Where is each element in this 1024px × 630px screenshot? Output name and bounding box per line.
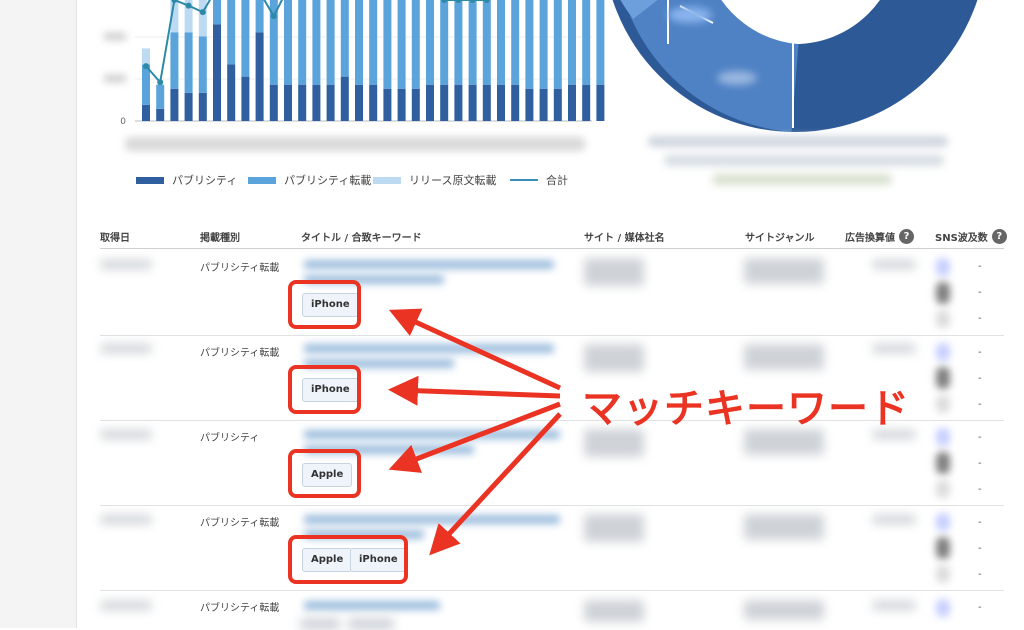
annotation-label: マッチキーワード <box>582 386 910 432</box>
annotation-arrows <box>388 308 562 556</box>
arrow <box>388 308 562 391</box>
arrow <box>429 412 562 556</box>
arrow <box>388 401 561 473</box>
arrow <box>388 375 561 406</box>
